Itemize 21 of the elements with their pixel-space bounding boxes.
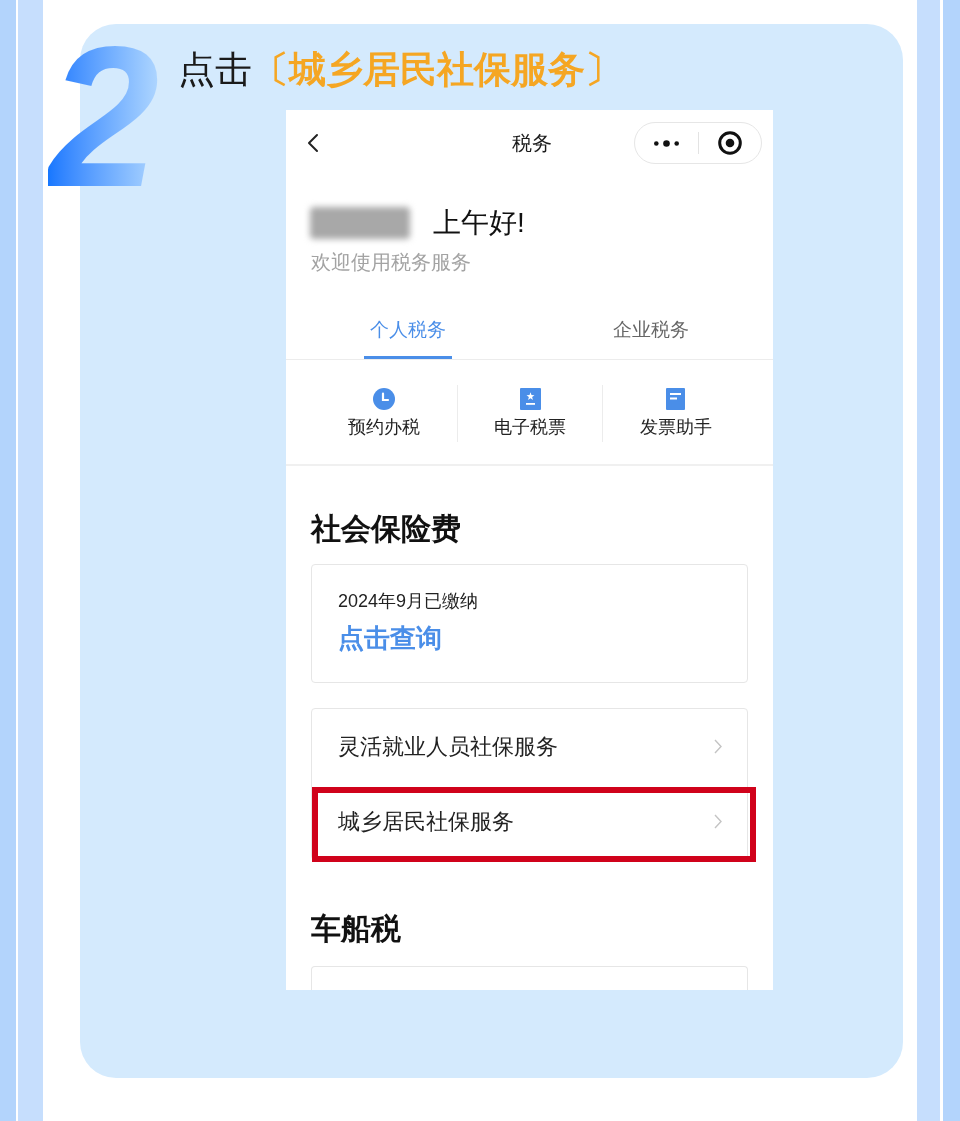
star-ticket-icon xyxy=(519,388,541,410)
section-title: 车船税 xyxy=(310,911,402,947)
step-title: 点击〔城乡居民社保服务〕 xyxy=(178,48,622,92)
shortcut-button[interactable]: 发票助手 xyxy=(603,385,748,442)
chevron-left-icon xyxy=(307,133,319,153)
chevron-right-icon xyxy=(714,739,722,754)
shortcut-button[interactable]: 预约办税 xyxy=(311,385,457,442)
more-icon xyxy=(654,139,679,147)
section-title: 社会保险费 xyxy=(309,511,462,547)
tab[interactable]: 企业税务 xyxy=(529,300,773,359)
shortcut-button[interactable]: 电子税票 xyxy=(457,385,603,442)
document-icon xyxy=(666,388,686,410)
greeting-text: 上午好! xyxy=(433,206,525,240)
list-item[interactable]: 灵活就业人员社保服务 xyxy=(312,709,747,784)
chevron-right-icon xyxy=(714,814,722,829)
payment-status: 2024年9月已缴纳 xyxy=(338,590,479,613)
nav-title: 税务 xyxy=(512,131,552,156)
clock-icon xyxy=(372,388,395,410)
list-item[interactable]: 城乡居民社保服务 xyxy=(312,784,747,859)
welcome-subtitle: 欢迎使用税务服务 xyxy=(310,250,472,275)
target-icon xyxy=(718,131,742,155)
